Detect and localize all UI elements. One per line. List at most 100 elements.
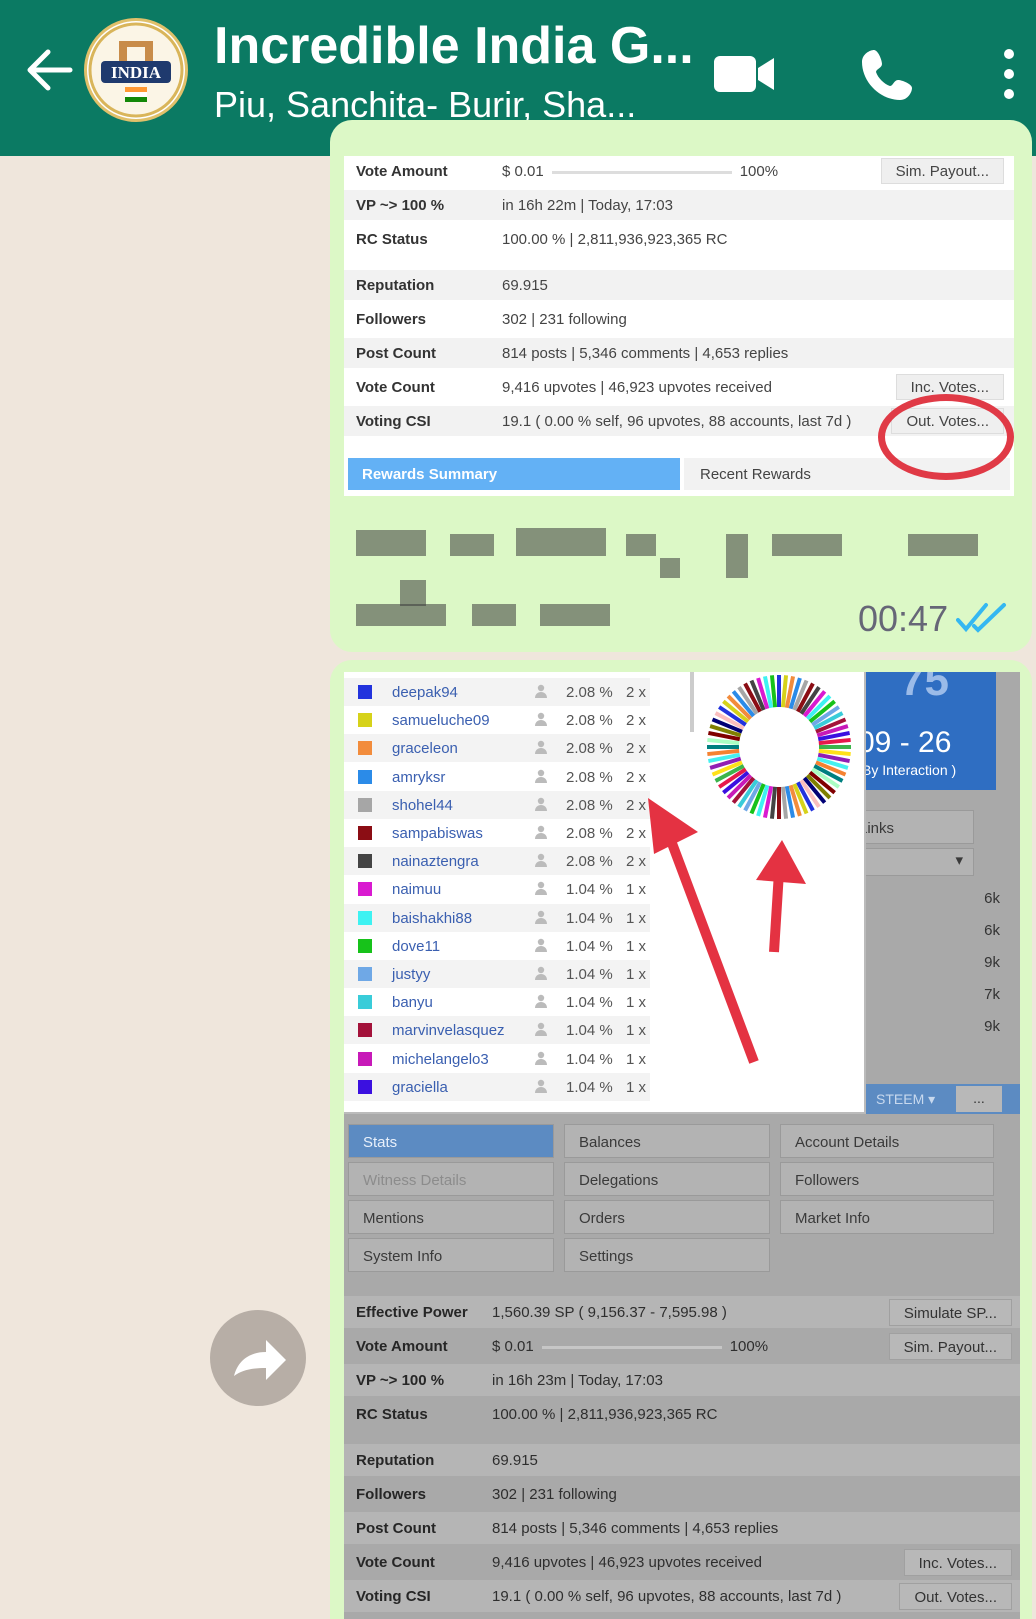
voter-row[interactable]: nainaztengra 2.08 % 2 x [344, 847, 650, 876]
voter-color-swatch [358, 1079, 372, 1094]
voter-color-swatch [358, 854, 372, 869]
voter-row[interactable]: dove11 1.04 % 1 x [344, 932, 650, 960]
red-circle-highlight [878, 394, 1014, 480]
tab-system-info[interactable]: System Info [348, 1238, 554, 1272]
voter-percent: 2.08 % [566, 768, 613, 786]
back-arrow-icon[interactable] [22, 42, 78, 98]
stat-row: Followers 302 | 231 following [356, 311, 627, 328]
scrollbar[interactable] [690, 672, 694, 732]
tab-market-info[interactable]: Market Info [780, 1200, 994, 1234]
stat-row: Post Count 814 posts | 5,346 comments | 4… [344, 338, 1014, 368]
voter-list-popup: deepak94 2.08 % 2 x samueluche09 2.08 % 2 x gr… [344, 672, 866, 1114]
voter-count: 1 x [626, 994, 647, 1012]
voter-name[interactable]: justyy [392, 966, 430, 983]
voter-name[interactable]: naimuu [392, 881, 441, 898]
voter-row[interactable]: amryksr 2.08 % 2 x [344, 763, 650, 791]
simulate-sp-button[interactable]: Simulate SP... [888, 1299, 1012, 1326]
voter-name[interactable]: baishakhi88 [392, 910, 472, 927]
voter-row[interactable]: graceleon 2.08 % 2 x [344, 734, 650, 763]
read-receipt-icon [956, 603, 1006, 633]
voter-name[interactable]: michelangelo3 [392, 1051, 489, 1068]
voter-color-swatch [358, 1051, 372, 1066]
out-votes-button[interactable]: Out. Votes... [899, 1583, 1012, 1610]
voter-color-swatch [358, 1023, 372, 1038]
donut-slice [818, 737, 851, 746]
voter-count: 1 x [626, 909, 647, 927]
tab-rewards-summary[interactable]: Rewards Summary [348, 458, 680, 490]
tab-stats[interactable]: Stats [348, 1124, 554, 1158]
red-arrows-annotation [648, 798, 806, 1064]
voter-row[interactable]: justyy 1.04 % 1 x [344, 960, 650, 988]
user-icon [535, 797, 547, 811]
voter-name[interactable]: marvinvelasquez [392, 1022, 505, 1039]
voter-name[interactable]: deepak94 [392, 684, 458, 701]
tab-account-details[interactable]: Account Details [780, 1124, 994, 1158]
user-icon [535, 712, 547, 727]
voter-percent: 2.08 % [566, 740, 613, 758]
inc-votes-button[interactable]: Inc. Votes... [903, 1549, 1012, 1576]
voter-count: 2 x [626, 796, 647, 814]
group-title[interactable]: Incredible India G... [214, 16, 694, 76]
group-avatar[interactable]: INDIA [84, 18, 188, 122]
voter-color-swatch [358, 967, 372, 981]
voter-name[interactable]: shohel44 [392, 797, 453, 814]
tab-mentions[interactable]: Mentions [348, 1200, 554, 1234]
voter-name[interactable]: dove11 [392, 938, 440, 955]
voter-name[interactable]: nainaztengra [392, 853, 479, 870]
more-options-icon[interactable] [994, 46, 1024, 102]
user-icon [535, 938, 547, 952]
voter-row[interactable]: graciella 1.04 % 1 x [344, 1072, 650, 1101]
tab-orders[interactable]: Orders [564, 1200, 770, 1234]
user-icon [535, 769, 547, 783]
shared-screenshot-image[interactable]: 75 09 - 26 By Interaction ) Links ▾ 6k 6… [344, 672, 1020, 1619]
voter-color-swatch [358, 882, 372, 897]
voter-count: 2 x [626, 853, 647, 871]
voter-row[interactable]: marvinvelasquez 1.04 % 1 x [344, 1016, 650, 1045]
voter-color-swatch [358, 769, 372, 784]
voter-name[interactable]: graceleon [392, 740, 458, 757]
tab-settings[interactable]: Settings [564, 1238, 770, 1272]
tab-followers[interactable]: Followers [780, 1162, 994, 1196]
more-button[interactable]: ... [956, 1086, 1002, 1112]
tab-witness-details[interactable]: Witness Details [348, 1162, 554, 1196]
voter-row[interactable]: deepak94 2.08 % 2 x [344, 678, 650, 706]
voter-name[interactable]: amryksr [392, 769, 445, 786]
tab-delegations[interactable]: Delegations [564, 1162, 770, 1196]
voter-color-swatch [358, 713, 372, 728]
steem-select[interactable]: STEEM ▾ [876, 1091, 935, 1108]
voter-name[interactable]: graciella [392, 1079, 448, 1096]
voter-color-swatch [358, 995, 372, 1010]
forward-button[interactable] [210, 1310, 306, 1406]
voter-row[interactable]: banyu 1.04 % 1 x [344, 988, 650, 1016]
tab-balances[interactable]: Balances [564, 1124, 770, 1158]
user-icon [535, 882, 547, 896]
voter-name[interactable]: samueluche09 [392, 712, 490, 729]
voter-row[interactable]: sampabiswas 2.08 % 2 x [344, 819, 650, 847]
voter-name[interactable]: sampabiswas [392, 825, 483, 842]
voter-count: 2 x [626, 712, 647, 730]
stat-row: VP ~> 100 % in 16h 22m | Today, 17:03 [344, 190, 1014, 220]
voter-count: 1 x [626, 1022, 647, 1040]
voter-name[interactable]: banyu [392, 994, 433, 1011]
voter-row[interactable]: naimuu 1.04 % 1 x [344, 875, 650, 903]
stat-row: VP ~> 100 % in 16h 23m | Today, 17:03 [344, 1364, 1020, 1396]
sim-payout-button[interactable]: Sim. Payout... [888, 1333, 1012, 1360]
voter-row[interactable]: shohel44 2.08 % 2 x [344, 790, 650, 819]
voter-color-swatch [358, 741, 372, 756]
stat-row: Vote Amount $ 0.01 100% Sim. Payout... [344, 1330, 1020, 1362]
voter-percent: 2.08 % [566, 712, 613, 730]
user-icon [535, 1079, 547, 1093]
voter-row[interactable]: baishakhi88 1.04 % 1 x [344, 903, 650, 932]
voter-row[interactable]: michelangelo3 1.04 % 1 x [344, 1045, 650, 1073]
donut-slice [769, 675, 778, 708]
voter-row[interactable]: samueluche09 2.08 % 2 x [344, 706, 650, 734]
video-call-icon[interactable] [712, 46, 776, 102]
user-icon [535, 966, 547, 980]
donut-slice [707, 737, 740, 746]
stat-row: Reputation 69.915 [344, 270, 1014, 300]
voter-color-swatch [358, 797, 372, 812]
phone-call-icon[interactable] [858, 46, 922, 102]
stat-row: Followers 302 | 231 following [356, 1486, 617, 1503]
sim-payout-button[interactable]: Sim. Payout... [880, 158, 1004, 184]
donut-slice [818, 748, 851, 757]
